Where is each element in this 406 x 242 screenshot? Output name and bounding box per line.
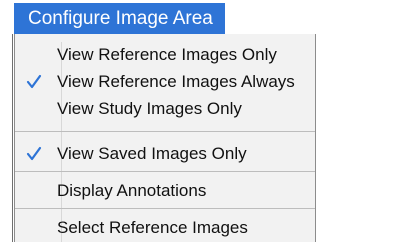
menu-item-view-reference-images-always[interactable]: View Reference Images Always — [15, 70, 315, 94]
menu-item-label: Display Annotations — [57, 181, 207, 200]
menu-title[interactable]: Configure Image Area — [14, 3, 225, 34]
menu-item-label: View Saved Images Only — [57, 144, 247, 163]
menu-item-view-saved-images-only[interactable]: View Saved Images Only — [15, 142, 315, 166]
window-edge — [12, 34, 13, 242]
configure-image-area-menu: View Reference Images Only View Referenc… — [14, 34, 316, 242]
menu-separator — [15, 171, 315, 172]
menu-item-label: View Reference Images Only — [57, 45, 277, 64]
menu-item-view-study-images-only[interactable]: View Study Images Only — [15, 97, 315, 121]
checkmark-icon — [26, 74, 42, 89]
checkmark-icon — [26, 146, 42, 161]
menu-item-label: View Reference Images Always — [57, 72, 295, 91]
menu-item-display-annotations[interactable]: Display Annotations — [15, 179, 315, 203]
menu-item-label: Select Reference Images — [57, 218, 248, 237]
screenshot-page: Configure Image Area View Reference Imag… — [0, 0, 406, 242]
menu-item-label: View Study Images Only — [57, 99, 242, 118]
menu-separator — [15, 208, 315, 209]
menu-item-view-reference-images-only[interactable]: View Reference Images Only — [15, 43, 315, 67]
menu-separator — [15, 131, 315, 132]
menu-item-select-reference-images[interactable]: Select Reference Images — [15, 216, 315, 240]
